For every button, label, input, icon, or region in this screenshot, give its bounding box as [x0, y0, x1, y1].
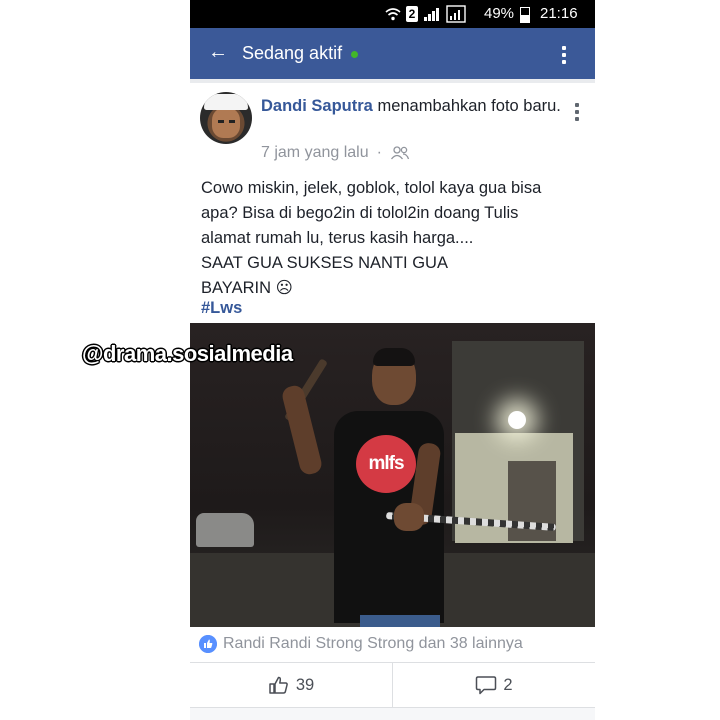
post-text-last: BAYARIN	[201, 279, 271, 297]
status-bar: 2 49% 21:16	[190, 0, 595, 28]
clock: 21:16	[540, 5, 578, 22]
like-reaction-icon	[199, 635, 217, 653]
signal-icon	[424, 8, 439, 21]
thumbs-up-icon	[269, 676, 288, 694]
like-count: 39	[295, 675, 315, 694]
signal-2-icon	[446, 5, 466, 23]
avatar-eye	[218, 120, 224, 123]
photo-car	[196, 513, 254, 547]
photo-person-hair	[373, 348, 415, 366]
photo-shorts	[360, 615, 440, 627]
photo-hand	[394, 503, 424, 531]
avatar-face	[212, 108, 240, 138]
post-text-line: BAYARIN ☹	[201, 276, 586, 301]
post-photo[interactable]: mlfs	[190, 323, 595, 627]
post-card: Dandi Saputra menambahkan foto baru. 7 j…	[190, 83, 595, 720]
comment-button[interactable]: 2	[393, 663, 595, 707]
watermark-text: @drama.sosialmedia	[82, 341, 293, 366]
sad-emoji-icon: ☹	[275, 279, 293, 297]
avatar-cap	[204, 94, 248, 110]
wifi-icon	[385, 8, 401, 21]
post-time[interactable]: 7 jam yang lalu	[261, 144, 369, 162]
avatar[interactable]	[200, 92, 252, 144]
comment-count: 2	[503, 675, 513, 694]
sim-badge: 2	[406, 6, 418, 22]
comment-icon	[476, 676, 497, 695]
reactions-summary[interactable]: Randi Randi Strong Strong dan 38 lainnya	[190, 627, 595, 663]
post-actions: 39 2	[190, 663, 595, 708]
like-button[interactable]: 39	[190, 663, 393, 707]
app-bar-title: Sedang aktif	[242, 43, 343, 63]
online-status-dot	[351, 51, 358, 58]
post-meta: 7 jam yang lalu ·	[261, 144, 410, 162]
post-options-icon[interactable]	[575, 103, 579, 124]
battery-icon	[520, 7, 530, 23]
post-action-text: menambahkan foto baru.	[372, 97, 561, 115]
post-text-line: apa? Bisa di bego2in di tolol2in doang T…	[201, 204, 519, 222]
overflow-menu-icon[interactable]	[562, 46, 566, 67]
post-text-line: Cowo miskin, jelek, goblok, tolol kaya g…	[201, 179, 542, 197]
post-text-line: SAAT GUA SUKSES NANTI GUA	[201, 254, 448, 272]
shirt-logo: mlfs	[356, 435, 416, 493]
author-name[interactable]: Dandi Saputra	[261, 97, 373, 115]
post-text: Cowo miskin, jelek, goblok, tolol kaya g…	[201, 176, 586, 301]
avatar-eye	[229, 120, 235, 123]
post-text-line: alamat rumah lu, terus kasih harga....	[201, 229, 474, 247]
status-icons: 2	[385, 5, 466, 23]
card-bottom-strip	[190, 708, 595, 720]
meta-separator: ·	[376, 144, 382, 161]
back-arrow-icon[interactable]: ←	[208, 42, 228, 62]
battery-percent: 49%	[484, 5, 515, 22]
post-header: Dandi Saputra menambahkan foto baru.	[261, 94, 561, 118]
photo-lamp	[508, 411, 526, 429]
app-bar: ← Sedang aktif	[190, 28, 595, 79]
reactions-text: Randi Randi Strong Strong dan 38 lainnya	[223, 635, 523, 652]
hashtag-link[interactable]: #Lws	[201, 299, 242, 318]
friends-icon	[390, 146, 410, 160]
